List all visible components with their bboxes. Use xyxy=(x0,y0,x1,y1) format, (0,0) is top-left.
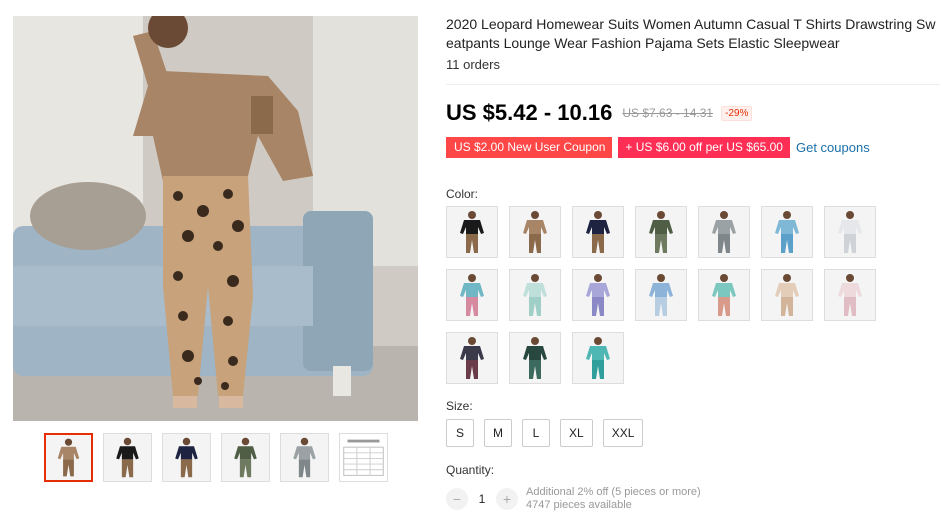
thumbnail-strip xyxy=(44,433,388,482)
thumbnail-camo-thumb[interactable] xyxy=(221,433,270,482)
color-swatch-white-pink-floral[interactable] xyxy=(824,269,876,321)
color-swatch-beige-floral-shorts[interactable] xyxy=(761,269,813,321)
color-swatch-black-leopard[interactable] xyxy=(446,206,498,258)
color-swatch-navy-leopard[interactable] xyxy=(572,206,624,258)
stock-available: 4747 pieces available xyxy=(526,499,632,511)
color-swatch-lavender-print[interactable] xyxy=(572,269,624,321)
size-option-l[interactable]: L xyxy=(522,419,550,447)
color-swatch-blue-tie-dye[interactable] xyxy=(761,206,813,258)
store-coupon[interactable]: + US $6.00 off per US $65.00 xyxy=(618,137,790,158)
color-swatch-teal-pink-print[interactable] xyxy=(446,269,498,321)
coupon-row: US $2.00 New User Coupon + US $6.00 off … xyxy=(446,137,870,158)
original-price: US $7.63 - 14.31 xyxy=(622,106,714,120)
price-range: US $5.42 - 10.16 xyxy=(446,100,613,125)
thumbnail-black-leopard-thumb[interactable] xyxy=(103,433,152,482)
size-option-m[interactable]: M xyxy=(484,419,512,447)
color-swatch-multicolor-shorts[interactable] xyxy=(698,269,750,321)
color-swatch-camo-green[interactable] xyxy=(635,206,687,258)
color-swatch-khaki-leopard[interactable] xyxy=(509,206,561,258)
size-label: Size: xyxy=(446,399,473,413)
color-swatch-mint-print[interactable] xyxy=(509,269,561,321)
color-swatch-dark-green-print[interactable] xyxy=(509,332,561,384)
color-swatch-white-floral[interactable] xyxy=(824,206,876,258)
orders-count: 11 orders xyxy=(446,57,500,72)
price-row: US $5.42 - 10.16 US $7.63 - 14.31 -29% xyxy=(446,100,753,126)
new-user-coupon[interactable]: US $2.00 New User Coupon xyxy=(446,137,613,158)
get-coupons-link[interactable]: Get coupons xyxy=(796,140,870,155)
product-title: 2020 Leopard Homewear Suits Women Autumn… xyxy=(446,16,936,51)
color-label: Color: xyxy=(446,187,479,201)
thumbnail-size-chart-thumb[interactable] xyxy=(339,433,388,482)
thumbnail-khaki-leopard-thumb[interactable] xyxy=(44,433,93,482)
size-option-s[interactable]: S xyxy=(446,419,474,447)
color-swatch-blue-floral-shorts[interactable] xyxy=(635,269,687,321)
color-swatch-turquoise-tie-dye[interactable] xyxy=(572,332,624,384)
quantity-plus-button[interactable]: + xyxy=(496,488,518,510)
color-swatches xyxy=(446,206,876,384)
main-product-image[interactable] xyxy=(13,16,418,421)
quantity-value[interactable]: 1 xyxy=(468,492,496,506)
quantity-stepper: − 1 + Additional 2% off (5 pieces or mor… xyxy=(446,486,701,512)
size-option-xxl[interactable]: XXL xyxy=(602,419,644,447)
color-swatch-grey-camo[interactable] xyxy=(698,206,750,258)
discount-badge: -29% xyxy=(721,105,753,121)
divider xyxy=(446,84,940,85)
size-options: S M L XL XXL xyxy=(446,419,644,447)
size-option-xl[interactable]: XL xyxy=(560,419,593,447)
quantity-info: Additional 2% off (5 pieces or more) 474… xyxy=(526,486,701,512)
thumbnail-navy-leopard-thumb[interactable] xyxy=(162,433,211,482)
quantity-label: Quantity: xyxy=(446,463,495,477)
thumbnail-grey-camo-thumb[interactable] xyxy=(280,433,329,482)
quantity-minus-button[interactable]: − xyxy=(446,488,468,510)
color-swatch-dark-floral[interactable] xyxy=(446,332,498,384)
bulk-discount-note: Additional 2% off (5 pieces or more) xyxy=(526,486,701,498)
